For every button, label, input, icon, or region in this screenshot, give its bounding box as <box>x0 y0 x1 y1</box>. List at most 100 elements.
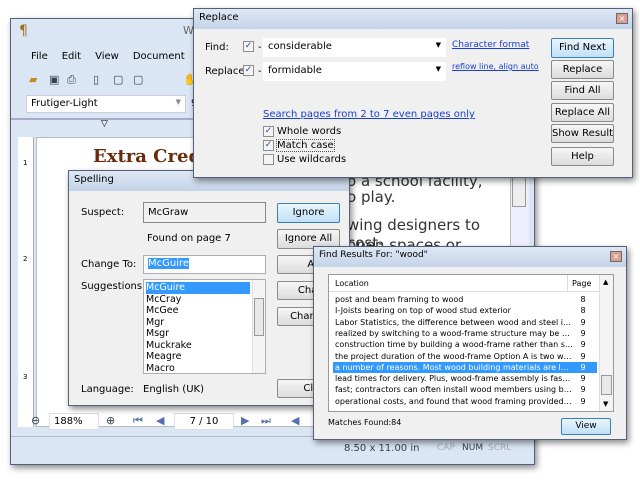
result-row[interactable]: I-Joists bearing on top of wood stud ext… <box>333 305 597 316</box>
ignore-button[interactable]: Ignore <box>277 203 340 223</box>
menu-document[interactable]: Document <box>133 51 185 68</box>
suggestion-item[interactable]: McGee <box>146 305 250 317</box>
language-label: Language: <box>81 384 134 395</box>
suggestion-item[interactable]: McGuire <box>146 282 250 294</box>
column-page[interactable]: Page <box>567 275 591 292</box>
chevron-down-icon[interactable]: ▼ <box>436 65 441 73</box>
status-num: NUM <box>462 443 484 453</box>
result-row[interactable]: Labor Statistics, the difference between… <box>333 317 597 328</box>
suspect-field: McGraw <box>143 202 266 223</box>
scroll-down-icon[interactable]: ▼ <box>603 400 608 408</box>
prev-page-icon[interactable]: ◀ <box>156 414 164 428</box>
suggestions-list[interactable]: McGuire McCray McGee Mgr Msgr Muckrake M… <box>143 279 266 374</box>
find-input[interactable]: considerable ▼ <box>263 38 446 57</box>
scroll-up-icon[interactable]: ▲ <box>603 278 608 286</box>
whole-words-label: Whole words <box>277 126 342 137</box>
back-icon[interactable]: ◀ <box>291 414 299 428</box>
zoom-field[interactable]: 188% <box>49 413 99 430</box>
match-case-checkbox[interactable]: ✓ <box>263 140 274 151</box>
result-location: operational costs, and found that wood f… <box>335 396 573 406</box>
scroll-thumb[interactable] <box>254 298 264 336</box>
result-row[interactable]: lead times for delivery. Plus, wood-fram… <box>333 373 597 384</box>
page-field[interactable]: 7 / 10 <box>174 413 234 430</box>
results-rows: post and beam framing to wood 8 I-Joists b… <box>329 294 597 411</box>
spelling-dialog: Spelling Suspect: McGraw Found on page 7… <box>68 170 357 406</box>
indent-marker-icon[interactable]: ▽ <box>101 119 108 129</box>
column-location[interactable]: Location <box>335 275 369 292</box>
chevron-down-icon: ▼ <box>175 98 181 106</box>
suggestions-label: Suggestions: <box>81 281 146 292</box>
result-location: the project duration of the wood-frame O… <box>335 351 573 361</box>
replace-format-checkbox[interactable]: ✓ <box>243 65 254 76</box>
replace-title: Replace <box>194 9 632 29</box>
show-results-button[interactable]: Show Results <box>551 124 614 143</box>
result-row[interactable]: a number of reasons. Most wood building … <box>333 361 597 373</box>
result-location: construction time by building a wood-fra… <box>335 340 573 350</box>
replace-dialog: Replace × Find: ✓ - considerable ▼ Charac… <box>193 8 633 178</box>
whole-words-checkbox[interactable]: ✓ <box>263 126 274 137</box>
replace-label: Replace: <box>205 66 248 77</box>
menu-view[interactable]: View <box>95 51 119 68</box>
page-frame-icon[interactable]: ▢ <box>113 73 123 87</box>
find-label: Find: <box>205 42 229 53</box>
suggestion-item[interactable]: Mgr <box>146 317 250 329</box>
result-row[interactable]: fast; contractors can often install wood… <box>333 384 597 395</box>
result-page: 9 <box>580 340 586 350</box>
find-next-button[interactable]: Find Next <box>551 38 614 58</box>
suggestions-scrollbar[interactable] <box>252 280 265 373</box>
open-icon[interactable]: ▰ <box>29 73 37 87</box>
last-page-icon[interactable]: ⏭ <box>261 414 271 428</box>
results-scrollbar[interactable]: ▲ ▼ <box>599 275 613 411</box>
chevron-down-icon[interactable]: ▼ <box>436 41 441 49</box>
menu-file[interactable]: File <box>31 51 48 68</box>
font-name-select[interactable]: Frutiger-Light ▼ <box>26 95 186 113</box>
result-page: 9 <box>580 328 586 338</box>
character-format-link[interactable]: Character format <box>452 40 529 50</box>
result-row[interactable]: the project duration of the wood-frame O… <box>333 351 597 362</box>
menu-edit[interactable]: Edit <box>62 51 81 68</box>
close-icon[interactable]: × <box>616 13 628 24</box>
vertical-ruler[interactable]: 1 2 3 <box>18 137 34 427</box>
save-icon[interactable]: ▣ <box>49 73 59 87</box>
search-pages-link[interactable]: Search pages from 2 to 7 even pages only <box>263 109 475 120</box>
result-row[interactable]: construction time by building a wood-fra… <box>333 339 597 350</box>
results-list[interactable]: Location Page post and beam framing to w… <box>328 274 614 412</box>
result-page: 9 <box>580 362 586 372</box>
result-page: 8 <box>580 295 586 304</box>
change-to-input[interactable]: McGuire <box>143 255 266 274</box>
zoom-in-icon[interactable]: ⊕ <box>106 414 115 428</box>
result-page: 8 <box>580 306 586 316</box>
result-row[interactable]: post and beam framing to wood 8 <box>333 294 597 305</box>
suggestion-item[interactable]: Macro <box>146 363 250 374</box>
suggestion-item[interactable]: McCray <box>146 294 250 306</box>
help-button[interactable]: Help <box>551 147 614 166</box>
result-row[interactable]: realized by switching to a wood-frame st… <box>333 328 597 339</box>
result-location: a number of reasons. Most wood building … <box>335 362 573 372</box>
result-row[interactable]: operational costs, and found that wood f… <box>333 396 597 407</box>
scroll-thumb[interactable] <box>601 375 612 395</box>
doc-line: o play. <box>347 188 396 206</box>
first-page-icon[interactable]: ⏮ <box>133 414 143 428</box>
close-icon[interactable]: × <box>610 251 622 262</box>
app-icon: ¶ <box>19 23 28 39</box>
replace-input[interactable]: formidable ▼ <box>263 62 446 81</box>
use-wildcards-checkbox[interactable] <box>263 154 274 165</box>
page-fit-icon[interactable]: ▢ <box>133 73 143 87</box>
find-format-checkbox[interactable]: ✓ <box>243 41 254 52</box>
result-page: 9 <box>580 396 586 406</box>
next-page-icon[interactable]: ▶ <box>241 414 249 428</box>
result-location: I-Joists bearing on top of wood stud ext… <box>335 306 511 316</box>
find-all-button[interactable]: Find All <box>551 81 614 100</box>
zoom-out-icon[interactable]: ⊖ <box>31 414 40 428</box>
suggestion-item[interactable]: Muckrake <box>146 340 250 352</box>
replace-all-button[interactable]: Replace All <box>551 103 614 122</box>
page-icon[interactable]: ▯ <box>93 73 99 87</box>
reflow-link[interactable]: reflow line, align auto <box>452 62 539 71</box>
result-location: post and beam framing to wood <box>335 295 464 304</box>
print-icon[interactable]: ⎙ <box>67 73 76 87</box>
suggestion-item[interactable]: Meagre <box>146 351 250 363</box>
view-button[interactable]: View <box>561 418 611 435</box>
replace-button[interactable]: Replace <box>551 60 614 79</box>
use-wildcards-label: Use wildcards <box>277 154 347 165</box>
suggestion-item[interactable]: Msgr <box>146 328 250 340</box>
